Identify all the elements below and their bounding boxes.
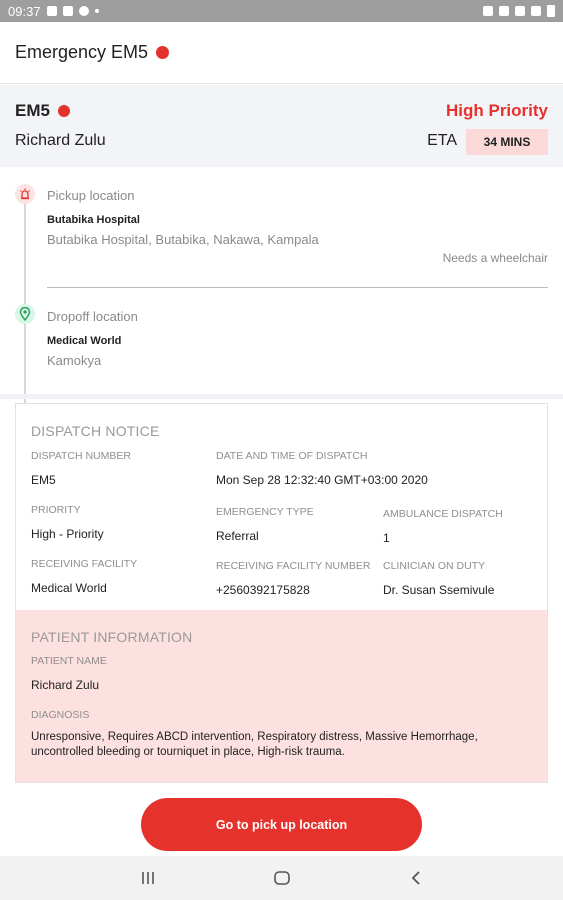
emergency-type-label: EMERGENCY TYPE: [216, 506, 314, 518]
divider: [47, 287, 548, 288]
clinician-on-duty: Dr. Susan Ssemivule: [383, 583, 495, 597]
signal-icon: [531, 6, 541, 16]
dispatch-datetime: Mon Sep 28 12:32:40 GMT+03:00 2020: [216, 473, 428, 487]
eta-label: ETA: [427, 132, 457, 149]
emergency-code: EM5: [15, 101, 50, 120]
dispatch-heading: DISPATCH NOTICE: [31, 423, 160, 439]
emergency-code-row: EM5: [15, 101, 70, 121]
patient-name: Richard Zulu: [15, 132, 106, 149]
app-bar: Emergency EM5: [0, 22, 563, 84]
dot-icon: [94, 9, 99, 13]
status-dot-icon: [57, 105, 70, 117]
image-icon: [62, 6, 73, 16]
system-nav-bar: [0, 856, 563, 900]
patient-name-label: PATIENT NAME: [31, 655, 107, 667]
clinician-label: CLINICIAN ON DUTY: [383, 560, 486, 572]
dispatch-number-label: DISPATCH NUMBER: [31, 450, 131, 462]
back-icon[interactable]: [404, 866, 428, 890]
wifi-icon: [515, 6, 525, 16]
section-separator: [0, 394, 563, 399]
status-dot-icon: [156, 46, 170, 59]
priority-field-label: PRIORITY: [31, 504, 81, 516]
pickup-note: Needs a wheelchair: [442, 251, 548, 265]
page-title: Emergency EM5: [15, 42, 149, 62]
status-bar: 09:37: [0, 0, 563, 22]
location-pin-icon: [15, 304, 35, 324]
alarm-icon: [15, 184, 35, 204]
diagnosis-label: DIAGNOSIS: [31, 709, 90, 721]
status-time: 09:37: [8, 3, 41, 19]
pickup-label: Pickup location: [47, 188, 135, 203]
ambulance-dispatch-label: AMBULANCE DISPATCH: [383, 508, 503, 520]
patient-name-value: Richard Zulu: [31, 678, 100, 692]
emergency-summary: EM5 Richard Zulu High Priority ETA 34 MI…: [0, 85, 563, 167]
emergency-type: Referral: [216, 529, 259, 543]
receiving-facility-label: RECEIVING FACILITY: [31, 558, 138, 570]
go-to-pickup-button[interactable]: Go to pick up location: [141, 798, 422, 851]
priority-field: High - Priority: [31, 527, 104, 541]
dispatch-number: EM5: [31, 473, 56, 487]
battery-icon: [547, 5, 555, 17]
facility-number: +2560392175828: [216, 583, 310, 597]
home-icon[interactable]: [270, 866, 294, 890]
location-status-icon: [499, 6, 509, 16]
dispatch-notice-card: DISPATCH NOTICE DISPATCH NUMBER EM5 DATE…: [15, 403, 548, 783]
route-section: Pickup location Butabika Hospital Butabi…: [0, 168, 563, 468]
recents-icon[interactable]: [136, 866, 160, 890]
pickup-address: Butabika Hospital, Butabika, Nakawa, Kam…: [47, 232, 319, 247]
patient-heading: PATIENT INFORMATION: [31, 629, 193, 645]
notification-icon: [46, 6, 57, 16]
dropoff-label: Dropoff location: [47, 309, 138, 324]
ambulance-dispatch: 1: [383, 531, 390, 545]
eta-badge: 34 MINS: [466, 129, 548, 155]
moon-icon: [78, 6, 89, 16]
priority-label: High Priority: [445, 101, 548, 120]
dropoff-place: Medical World: [47, 335, 122, 347]
receiving-facility: Medical World: [31, 581, 107, 595]
pickup-place: Butabika Hospital: [47, 214, 140, 226]
patient-information-section: PATIENT INFORMATION PATIENT NAME Richard…: [16, 610, 547, 782]
dispatch-datetime-label: DATE AND TIME OF DISPATCH: [216, 450, 368, 462]
dropoff-address: Kamokya: [47, 353, 102, 368]
facility-number-label: RECEIVING FACILITY NUMBER: [216, 560, 371, 572]
alarm-status-icon: [483, 6, 493, 16]
diagnosis-text: Unresponsive, Requires ABCD intervention…: [31, 731, 478, 758]
